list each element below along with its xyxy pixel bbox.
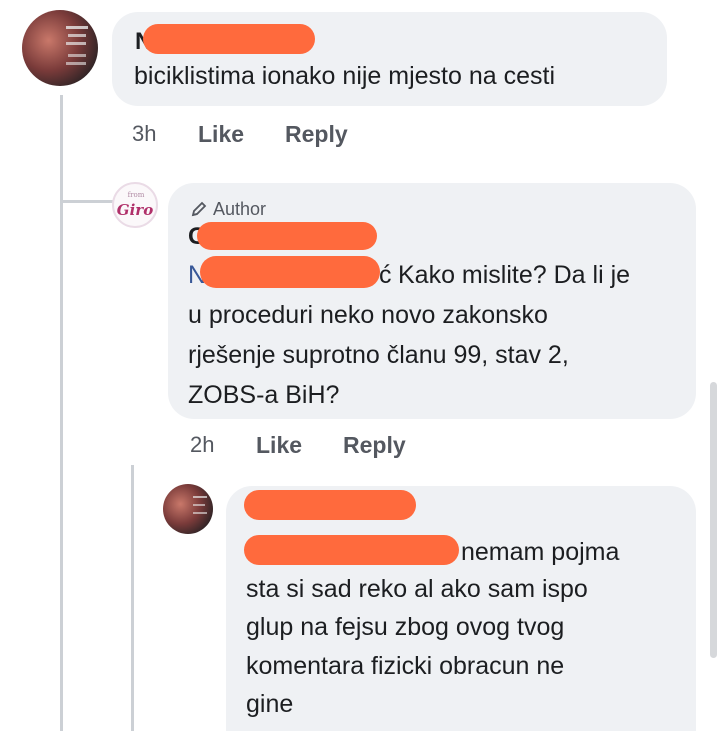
thread-line-branch (60, 200, 115, 203)
reply-text-line-2: u proceduri neko novo zakonsko (188, 301, 548, 329)
like-button[interactable]: Like (198, 121, 244, 148)
author-badge: Author (189, 198, 266, 220)
redacted-name (143, 24, 315, 54)
author-badge-label: Author (213, 198, 267, 219)
nested-reply-line-2: sta si sad reko al ako sam ispo (246, 575, 588, 603)
reply-like-button[interactable]: Like (256, 432, 302, 459)
commenter-avatar[interactable] (22, 10, 98, 86)
reply-text-line-1: Kako mislite? Da li je (398, 261, 631, 289)
page-avatar[interactable]: from Giro (112, 182, 158, 228)
pencil-icon (191, 201, 207, 217)
svg-text:from: from (128, 191, 145, 199)
avatar-image (66, 26, 88, 65)
giro-logo-icon: from Giro (117, 191, 153, 219)
thread-line-main (60, 95, 63, 731)
nested-reply-line-5: gine (246, 690, 294, 718)
nested-reply-line-3: glup na fejsu zbog ovog tvog (246, 613, 565, 641)
redacted-author-name (197, 222, 377, 250)
avatar-image (193, 496, 207, 514)
thread-line-nested (131, 465, 134, 731)
redacted-mention (200, 256, 380, 288)
reply-reply-button[interactable]: Reply (343, 432, 406, 459)
nested-reply-line-1: nemam pojma (461, 538, 620, 566)
reply-text-line-4: ZOBS-a BiH? (188, 381, 340, 409)
nested-reply-line-4: komentara fizicki obracun ne (246, 652, 565, 680)
reply-text-line-3: rješenje suprotno članu 99, stav 2, (188, 341, 569, 369)
comment-text: biciklistima ionako nije mjesto na cesti (134, 62, 556, 90)
redacted-nested-name (244, 490, 416, 520)
nested-reply-avatar[interactable] (163, 484, 213, 534)
mention-tail: ć (379, 261, 392, 289)
redacted-nested-mention (244, 535, 459, 565)
comment-timestamp[interactable]: 3h (132, 121, 156, 147)
scrollbar[interactable] (710, 382, 717, 658)
reply-button[interactable]: Reply (285, 121, 348, 148)
reply-timestamp[interactable]: 2h (190, 432, 214, 458)
logo-text: Giro (117, 201, 153, 219)
